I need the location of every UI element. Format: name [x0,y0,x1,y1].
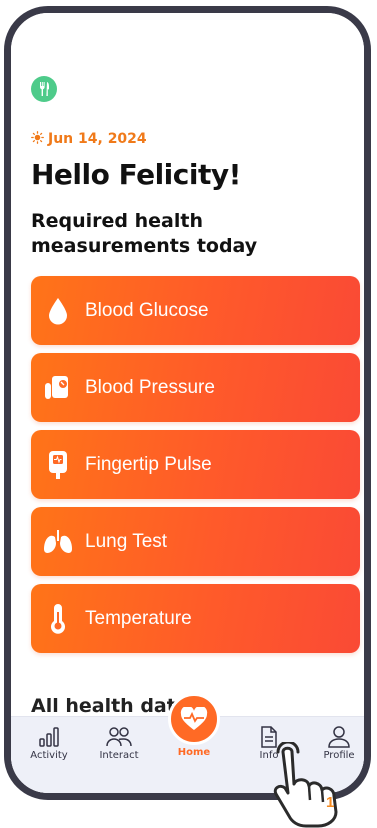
pulse-oximeter-icon [31,450,85,480]
tab-label: Interact [99,750,139,761]
date-label: Jun 14, 2024 [48,131,147,147]
measurement-label: Fingertip Pulse [85,453,212,475]
bar-chart-icon [19,722,79,748]
measurement-list: Blood Glucose Blood Pressure Fingertip P… [31,276,360,661]
thermometer-icon [31,603,85,634]
fingertip-pulse-button[interactable]: Fingertip Pulse [31,430,360,499]
tab-interact[interactable]: Interact [89,722,149,761]
date-row: Jun 14, 2024 [31,130,147,148]
measurement-label: Lung Test [85,530,168,552]
measurement-label: Temperature [85,607,192,629]
measurement-label: Blood Pressure [85,376,215,398]
phone-frame: Jun 14, 2024 Hello Felicity! Required he… [4,6,371,800]
home-screen: Jun 14, 2024 Hello Felicity! Required he… [11,13,364,793]
blood-pressure-monitor-icon [31,374,85,402]
sun-icon [31,130,44,148]
greeting-title: Hello Felicity! [31,158,241,191]
fork-knife-icon [31,76,57,102]
lung-test-button[interactable]: Lung Test [31,507,360,576]
people-icon [89,722,149,748]
tab-label: Home [177,747,211,758]
tap-hand-icon [273,742,338,828]
measurements-subtitle: Required health measurements today [31,210,258,257]
tab-activity[interactable]: Activity [19,722,79,761]
blood-drop-icon [31,297,85,325]
lungs-icon [31,529,85,555]
blood-glucose-button[interactable]: Blood Glucose [31,276,360,345]
tab-home[interactable]: Home [159,693,229,758]
tap-step-number: 1 [326,794,335,811]
heart-pulse-icon [168,693,220,745]
measurement-label: Blood Glucose [85,299,209,321]
tab-label: Activity [30,750,68,761]
temperature-button[interactable]: Temperature [31,584,360,653]
blood-pressure-button[interactable]: Blood Pressure [31,353,360,422]
